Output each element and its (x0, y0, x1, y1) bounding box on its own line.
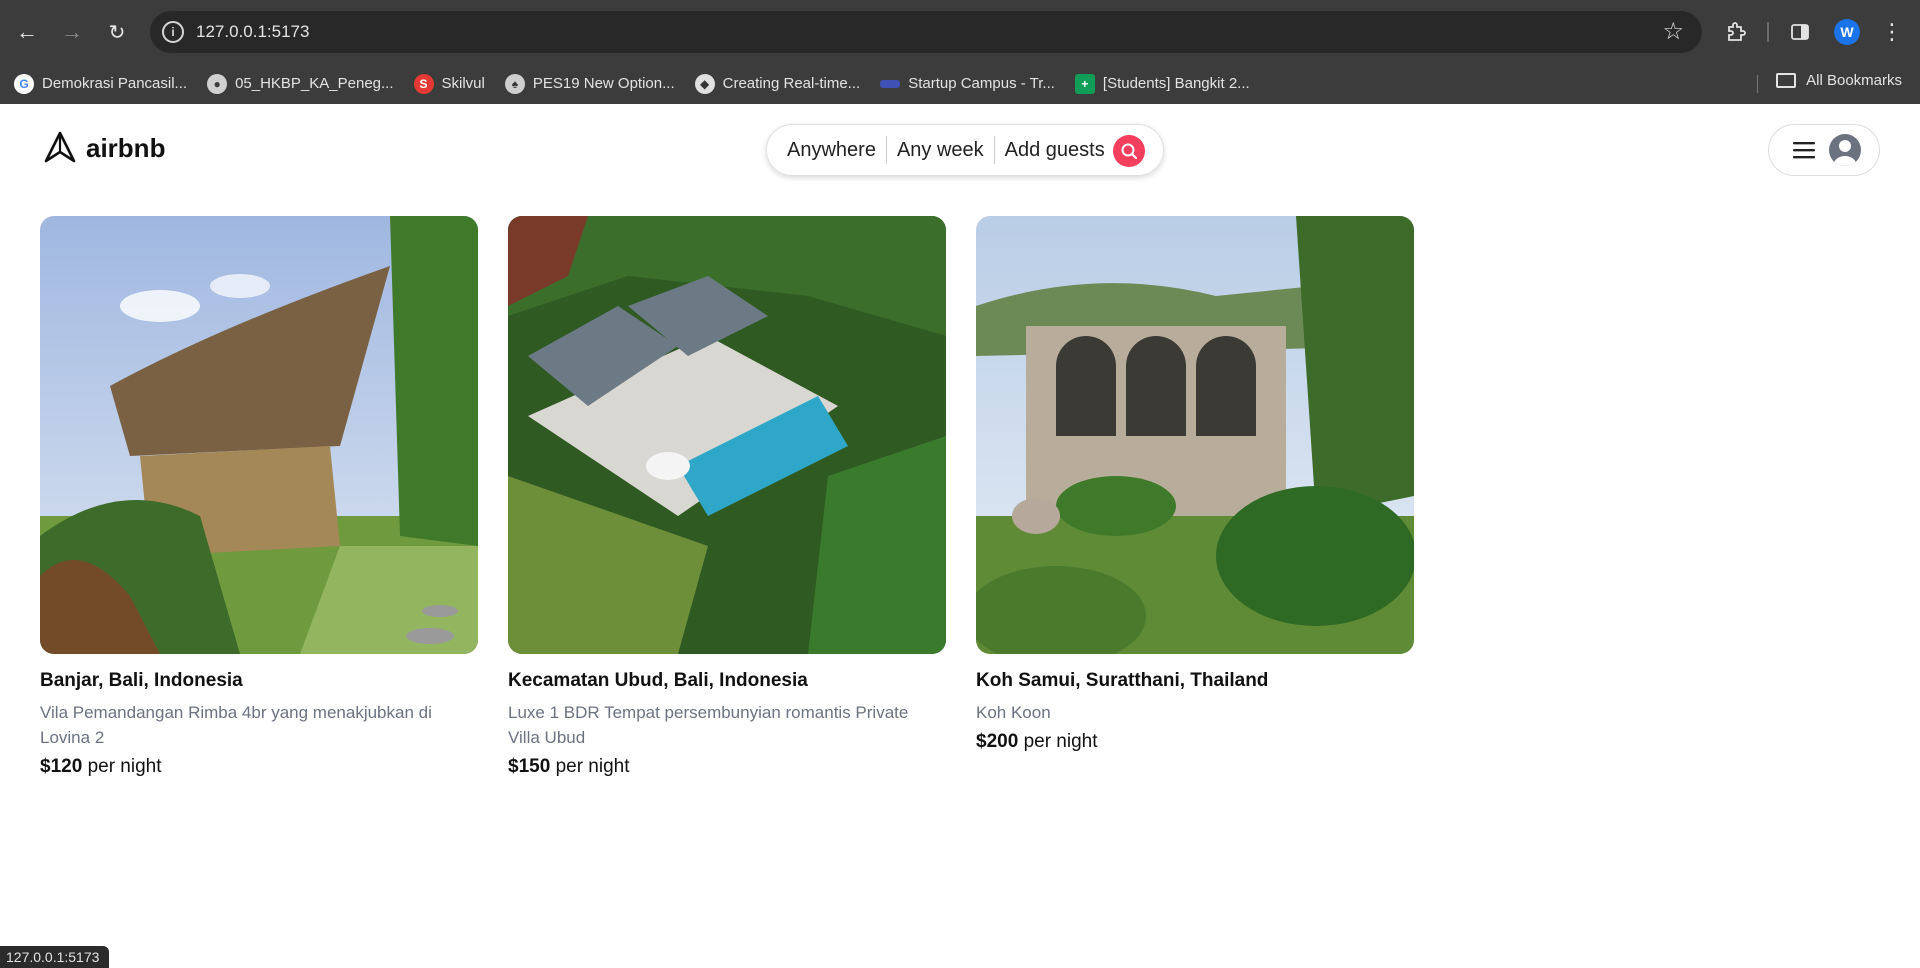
folder-icon (1776, 73, 1797, 88)
airbnb-logo-icon (44, 131, 76, 163)
listings-grid: Banjar, Bali, Indonesia Vila Pemandangan… (40, 216, 1444, 778)
profile-avatar[interactable]: W (1834, 19, 1860, 45)
listing-title[interactable]: Kecamatan Ubud, Bali, Indonesia (508, 670, 946, 692)
anywhere-filter[interactable]: Anywhere (787, 139, 876, 162)
add-guests-filter[interactable]: Add guests (1005, 139, 1105, 162)
bookmark-item[interactable]: G Demokrasi Pancasil... (14, 73, 188, 94)
bookmark-label: Skilvul (441, 75, 485, 92)
all-bookmarks-button[interactable]: All Bookmarks (1776, 72, 1902, 89)
browser-chrome: ← → ↻ i 127.0.0.1:5173 ☆ W ⋮ G Demokrasi… (0, 0, 1920, 104)
status-bar-url: 127.0.0.1:5173 (0, 946, 110, 968)
bookmark-item[interactable]: + [Students] Bangkit 2... (1074, 73, 1250, 94)
listing-price: $200 per night (976, 731, 1414, 753)
google-icon: G (14, 73, 34, 94)
hamburger-menu-icon (1793, 142, 1815, 159)
bookmarks-divider (1757, 75, 1758, 93)
listing-price: $120 per night (40, 756, 478, 778)
listing-card[interactable]: Koh Samui, Suratthani, Thailand Koh Koon… (976, 216, 1414, 778)
sheets-icon: + (1074, 73, 1095, 94)
user-avatar-icon (1829, 134, 1861, 166)
search-bar[interactable]: Anywhere Any week Add guests (766, 124, 1164, 176)
bookmark-item[interactable]: ◆ Creating Real-time... (694, 73, 861, 94)
startup-icon (880, 79, 901, 88)
bookmark-label: Creating Real-time... (722, 75, 861, 92)
bookmark-label: 05_HKBP_KA_Peneg... (235, 75, 394, 92)
menu-kebab-icon[interactable]: ⋮ (1874, 14, 1910, 50)
price-amount: $120 (40, 756, 83, 777)
airbnb-page: airbnb Anywhere Any week Add guests Banj… (0, 104, 1920, 968)
listing-photo[interactable] (976, 216, 1414, 654)
forward-icon[interactable]: → (54, 14, 90, 50)
listing-card[interactable]: Banjar, Bali, Indonesia Vila Pemandangan… (40, 216, 478, 778)
browser-toolbar: ← → ↻ i 127.0.0.1:5173 ☆ W ⋮ (0, 0, 1920, 63)
listing-description: Vila Pemandangan Rimba 4br yang menakjub… (40, 703, 432, 747)
dev-icon: ◆ (694, 73, 715, 94)
user-menu-button[interactable] (1768, 124, 1880, 176)
bookmark-item[interactable]: ● 05_HKBP_KA_Peneg... (207, 73, 394, 94)
bookmark-label: [Students] Bangkit 2... (1102, 75, 1250, 92)
toolbar-divider (1767, 22, 1769, 42)
logo-text: airbnb (86, 132, 166, 163)
bookmark-item[interactable]: Startup Campus - Tr... (880, 75, 1055, 92)
all-bookmarks-label: All Bookmarks (1806, 72, 1902, 89)
price-suffix: per night (555, 756, 630, 777)
listing-description: Luxe 1 BDR Tempat persembunyian romantis… (508, 703, 909, 747)
bookmark-label: Startup Campus - Tr... (908, 75, 1055, 92)
listing-title[interactable]: Banjar, Bali, Indonesia (40, 670, 478, 692)
bookmark-label: Demokrasi Pancasil... (42, 75, 188, 92)
search-button[interactable] (1113, 135, 1145, 167)
address-bar[interactable]: i 127.0.0.1:5173 ☆ (150, 11, 1702, 53)
price-suffix: per night (87, 756, 162, 777)
globe-icon: ● (207, 73, 228, 94)
bookmarks-bar: G Demokrasi Pancasil... ● 05_HKBP_KA_Pen… (0, 63, 1920, 104)
listing-card[interactable]: Kecamatan Ubud, Bali, Indonesia Luxe 1 B… (508, 216, 946, 778)
any-week-filter[interactable]: Any week (897, 139, 984, 162)
address-url[interactable]: 127.0.0.1:5173 (196, 22, 309, 42)
site-info-icon[interactable]: i (162, 21, 184, 43)
listing-photo[interactable] (508, 216, 946, 654)
price-amount: $200 (976, 731, 1019, 752)
search-icon (1121, 143, 1137, 159)
price-suffix: per night (1023, 731, 1098, 752)
back-icon[interactable]: ← (9, 14, 45, 50)
bookmark-star-icon[interactable]: ☆ (1662, 17, 1684, 46)
listing-price: $150 per night (508, 756, 946, 778)
bookmark-item[interactable]: ♠ PES19 New Option... (504, 73, 675, 94)
skilvul-icon: S (413, 73, 434, 94)
search-divider (885, 136, 887, 164)
reload-icon[interactable]: ↻ (99, 14, 135, 50)
pes-icon: ♠ (504, 73, 525, 94)
listing-description: Koh Koon (976, 703, 1051, 722)
bookmark-label: PES19 New Option... (532, 75, 675, 92)
search-divider (993, 136, 995, 164)
listing-photo[interactable] (40, 216, 478, 654)
logo[interactable]: airbnb (42, 130, 165, 166)
side-panel-icon[interactable] (1782, 14, 1818, 50)
extensions-icon[interactable] (1718, 14, 1754, 50)
price-amount: $150 (508, 756, 551, 777)
listing-title[interactable]: Koh Samui, Suratthani, Thailand (976, 670, 1414, 692)
bookmark-item[interactable]: S Skilvul (413, 73, 485, 94)
